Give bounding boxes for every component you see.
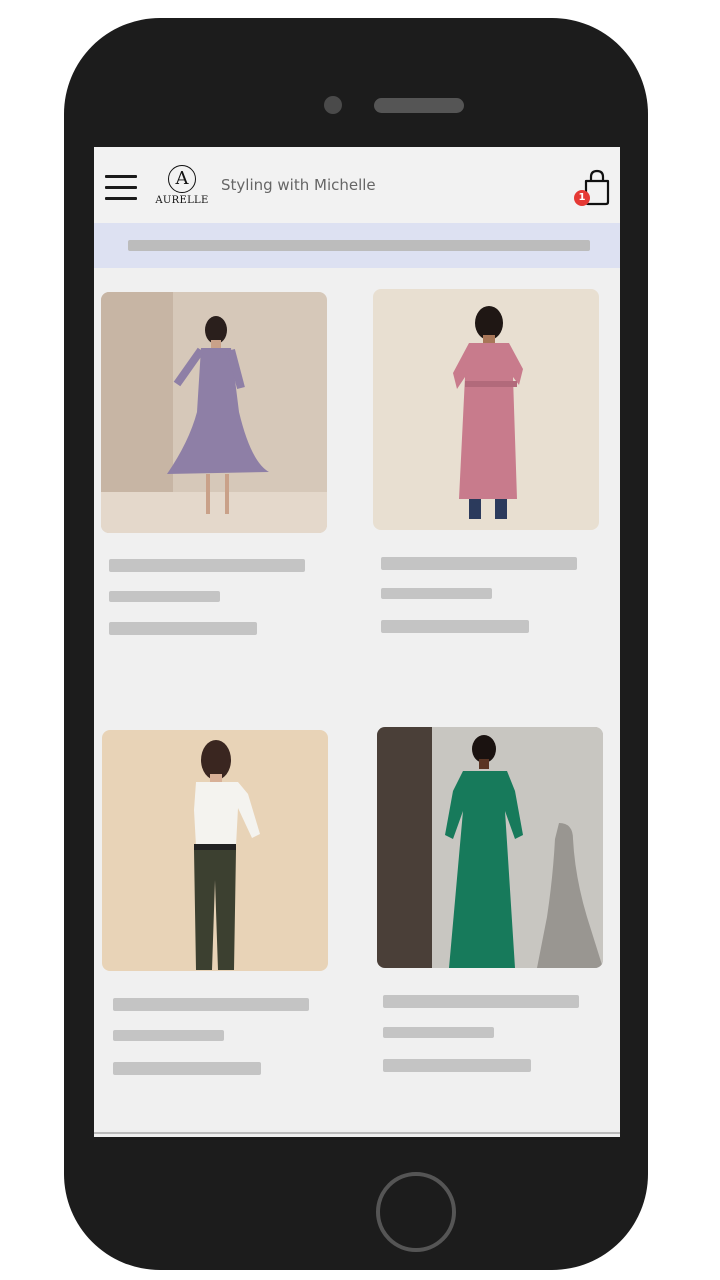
logo-wordmark: AURELLE (155, 195, 209, 206)
app-screen: A AURELLE Styling with Michelle 1 (94, 147, 620, 1137)
lavender-wrap-dress-photo (101, 292, 327, 533)
product-card[interactable] (373, 289, 601, 633)
bottom-divider (94, 1132, 620, 1134)
top-app-bar: A AURELLE Styling with Michelle 1 (94, 147, 620, 223)
cart-count-badge: 1 (574, 190, 590, 206)
product-image[interactable] (373, 289, 599, 530)
product-price-placeholder (383, 1059, 531, 1072)
home-button[interactable] (376, 1172, 456, 1252)
logo-mark: A (168, 165, 196, 193)
product-name-placeholder (113, 998, 309, 1011)
earpiece-speaker (374, 98, 464, 113)
product-subtitle-placeholder (383, 1027, 494, 1038)
product-price-placeholder (113, 1062, 261, 1075)
product-price-placeholder (109, 622, 257, 635)
product-image[interactable] (101, 292, 327, 533)
product-card[interactable] (102, 730, 330, 1075)
product-subtitle-placeholder (109, 591, 220, 602)
product-name-placeholder (109, 559, 305, 572)
page-title: Styling with Michelle (221, 176, 376, 194)
pink-belted-tunic-photo (373, 289, 599, 530)
front-camera (324, 96, 342, 114)
product-image[interactable] (377, 727, 603, 968)
product-name-placeholder (383, 995, 579, 1008)
product-name-placeholder (381, 557, 577, 570)
promo-banner[interactable] (94, 223, 620, 268)
shopping-bag-button[interactable]: 1 (574, 167, 616, 209)
product-image[interactable] (102, 730, 328, 971)
white-shirt-olive-pants-photo (102, 730, 328, 971)
product-price-placeholder (381, 620, 529, 633)
product-card[interactable] (101, 292, 329, 635)
banner-text-placeholder (128, 240, 590, 251)
product-card[interactable] (377, 727, 605, 1072)
product-subtitle-placeholder (113, 1030, 224, 1041)
menu-icon[interactable] (105, 175, 137, 201)
green-wrap-dress-photo (377, 727, 603, 968)
product-subtitle-placeholder (381, 588, 492, 599)
brand-logo[interactable]: A AURELLE (154, 165, 210, 206)
